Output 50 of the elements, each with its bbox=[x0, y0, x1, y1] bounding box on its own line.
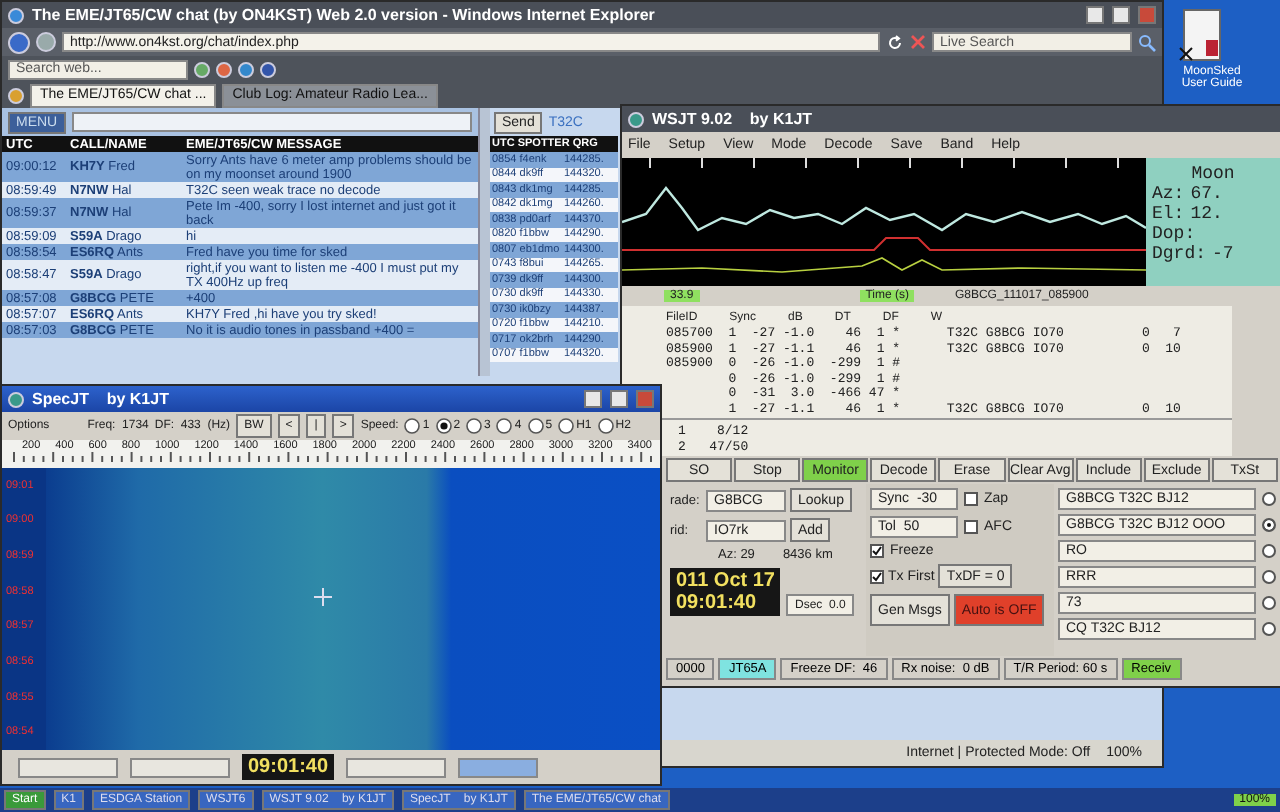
minimize-button[interactable] bbox=[1086, 6, 1104, 24]
window-title: WSJT 9.02 by K1JT bbox=[652, 110, 815, 128]
window-title: The EME/JT65/CW chat (by ON4KST) Web 2.0 version - Windows Internet Explorer bbox=[32, 6, 657, 24]
radio-button[interactable] bbox=[496, 418, 513, 434]
forward-icon[interactable] bbox=[36, 32, 56, 52]
moon-title: Moon bbox=[1189, 164, 1237, 184]
display-panel bbox=[18, 757, 118, 777]
scrollbar[interactable] bbox=[478, 108, 490, 376]
radio-button[interactable] bbox=[435, 418, 452, 434]
moon-value: 12. bbox=[1190, 204, 1223, 224]
moon-value: 67. bbox=[1190, 184, 1223, 204]
message-input[interactable] bbox=[71, 112, 472, 132]
radio-button[interactable] bbox=[466, 418, 483, 434]
maximize-button[interactable] bbox=[610, 390, 628, 408]
display-panel bbox=[130, 757, 230, 777]
checkbox[interactable] bbox=[870, 544, 884, 558]
moon-label: Dop: bbox=[1152, 224, 1196, 244]
date-time-display: 011 Oct 17 09:01:40 bbox=[670, 568, 781, 616]
radio-button[interactable] bbox=[597, 418, 614, 434]
radio-button[interactable] bbox=[1262, 622, 1276, 636]
display-panel bbox=[458, 757, 539, 777]
checkbox[interactable] bbox=[964, 492, 978, 506]
radio-button[interactable] bbox=[1262, 492, 1276, 506]
moon-value: -7 bbox=[1212, 244, 1234, 264]
radio-button[interactable] bbox=[404, 418, 421, 434]
app-icon bbox=[628, 111, 644, 127]
search-icon[interactable] bbox=[1138, 33, 1156, 51]
app-icon bbox=[8, 391, 24, 407]
browser-icon bbox=[8, 7, 24, 23]
radio-button[interactable] bbox=[1262, 518, 1276, 532]
back-icon[interactable] bbox=[8, 31, 30, 53]
maximize-button[interactable] bbox=[1112, 6, 1130, 24]
refresh-icon[interactable] bbox=[886, 33, 904, 51]
favorites-icon[interactable] bbox=[8, 87, 24, 103]
checkbox[interactable] bbox=[964, 520, 978, 534]
radio-button[interactable] bbox=[1262, 596, 1276, 610]
moon-label: Dgrd: bbox=[1152, 244, 1207, 264]
moon-label: El: bbox=[1152, 204, 1185, 224]
radio-button[interactable] bbox=[527, 418, 544, 434]
window-title: SpecJT by K1JT bbox=[32, 390, 171, 408]
checkbox[interactable] bbox=[870, 569, 884, 583]
crosshair-icon bbox=[314, 588, 332, 606]
moon-label: Az: bbox=[1152, 184, 1185, 204]
radio-button[interactable] bbox=[1262, 544, 1276, 558]
clock-display: 09:01:40 bbox=[242, 754, 335, 780]
radio-button[interactable] bbox=[1262, 570, 1276, 584]
radio-button[interactable] bbox=[558, 418, 575, 434]
minimize-button[interactable] bbox=[584, 390, 602, 408]
display-panel bbox=[346, 757, 447, 777]
help-icon[interactable] bbox=[260, 61, 276, 77]
